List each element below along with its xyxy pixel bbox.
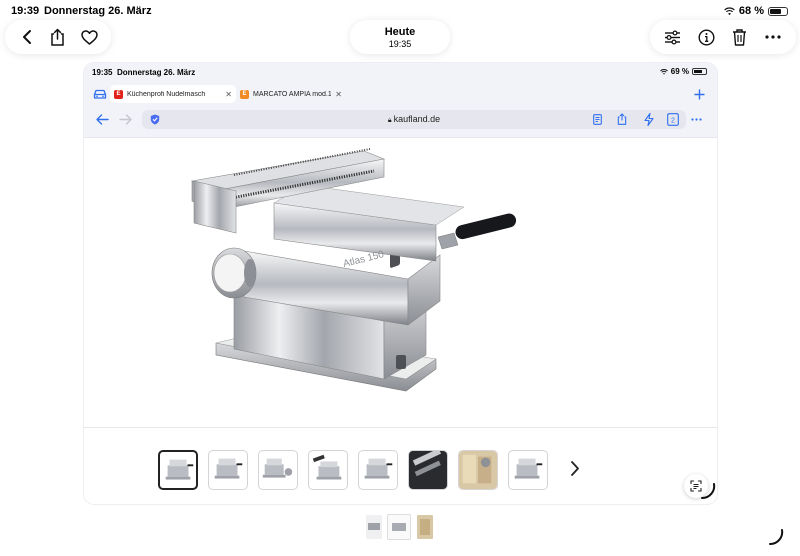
close-tab-icon[interactable]: ✕ bbox=[225, 90, 232, 99]
url-field[interactable]: 🔒︎ kaufland.de bbox=[142, 110, 686, 129]
share-page-icon[interactable] bbox=[617, 113, 627, 125]
reader-icon[interactable] bbox=[593, 114, 602, 125]
status-bar: 19:39 Donnerstag 26. März 68 % bbox=[0, 0, 800, 20]
inner-wifi-icon bbox=[659, 68, 668, 75]
heart-icon bbox=[81, 29, 98, 45]
delete-button[interactable] bbox=[729, 26, 751, 48]
battery-level bbox=[770, 8, 781, 14]
share-icon bbox=[51, 28, 65, 46]
share-button[interactable] bbox=[47, 26, 69, 48]
more-button[interactable] bbox=[762, 26, 784, 48]
film-thumb[interactable] bbox=[417, 515, 433, 539]
gallery-divider bbox=[84, 427, 717, 428]
tab-kaufland[interactable]: E Küchenprofi Nudelmasch ✕ bbox=[110, 85, 236, 103]
info-button[interactable] bbox=[695, 26, 717, 48]
inner-battery-percent: 69 % bbox=[670, 67, 689, 76]
model-label: Atlas 150 bbox=[342, 249, 386, 270]
svg-text:2: 2 bbox=[671, 117, 675, 124]
inner-battery-level bbox=[694, 70, 702, 73]
pasta-machine-image: Atlas 150 bbox=[190, 148, 517, 392]
actions-pill bbox=[650, 20, 796, 54]
status-time: 19:39 bbox=[11, 5, 40, 17]
product-thumbnail[interactable] bbox=[458, 450, 498, 490]
status-right: 68 % bbox=[724, 5, 788, 17]
resize-corner-icon[interactable] bbox=[768, 528, 784, 546]
edit-button[interactable] bbox=[662, 26, 684, 48]
inner-status-time: 19:35 bbox=[92, 68, 113, 77]
new-tab-icon[interactable] bbox=[694, 89, 705, 100]
nav-pill bbox=[5, 20, 111, 54]
tab-marcato[interactable]: E MARCATO AMPIA mod.11 ✕ bbox=[236, 85, 346, 103]
url-display: 🔒︎ kaufland.de bbox=[142, 114, 686, 125]
thumbnail-image bbox=[214, 458, 243, 479]
product-thumbnail[interactable] bbox=[258, 450, 298, 490]
battery-percent: 68 % bbox=[738, 5, 764, 17]
product-thumbnail[interactable] bbox=[158, 450, 198, 490]
thumbnail-image bbox=[459, 451, 497, 489]
status-date: Donnerstag 26. März bbox=[44, 5, 152, 17]
header-subtitle: 19:35 bbox=[388, 38, 412, 49]
thumbnail-image bbox=[364, 458, 393, 479]
tab-label: Küchenprofi Nudelmasch bbox=[127, 90, 206, 98]
product-thumbnail[interactable] bbox=[408, 450, 448, 490]
wifi-icon bbox=[724, 7, 735, 15]
address-bar: 🔒︎ kaufland.de 2 bbox=[84, 107, 717, 133]
close-tab-icon[interactable]: ✕ bbox=[335, 90, 342, 99]
thumbnail-image bbox=[514, 458, 543, 479]
more-icon bbox=[765, 35, 781, 39]
content-divider bbox=[84, 137, 717, 138]
trash-icon bbox=[733, 29, 747, 46]
etsy-favicon-icon: E bbox=[240, 89, 249, 99]
screenshot-image: 19:35 Donnerstag 26. März 69 % E Küchenp… bbox=[84, 63, 717, 504]
back-arrow-icon[interactable] bbox=[96, 114, 109, 125]
header-title: Heute bbox=[384, 25, 416, 38]
battery-icon bbox=[768, 6, 788, 16]
favorite-button[interactable] bbox=[78, 26, 100, 48]
product-thumbnail[interactable] bbox=[508, 450, 548, 490]
film-thumb-current[interactable] bbox=[388, 515, 410, 539]
inner-status-date: Donnerstag 26. März bbox=[117, 68, 196, 77]
tab-overview-icon[interactable] bbox=[93, 88, 107, 100]
product-thumbnail[interactable] bbox=[308, 450, 348, 490]
kaufland-favicon-icon: E bbox=[114, 89, 123, 99]
back-button[interactable] bbox=[16, 26, 38, 48]
film-thumb[interactable] bbox=[366, 515, 382, 539]
url-text: kaufland.de bbox=[393, 114, 441, 124]
thumbnail-image bbox=[262, 458, 293, 478]
resize-corner-icon[interactable] bbox=[700, 482, 716, 500]
date-pill: Heute 19:35 bbox=[350, 20, 450, 54]
product-thumbnail[interactable] bbox=[358, 450, 398, 490]
thumbnail-image bbox=[409, 451, 447, 489]
sliders-icon bbox=[665, 29, 681, 45]
inner-battery-icon bbox=[692, 68, 707, 75]
product-thumbnail[interactable] bbox=[208, 450, 248, 490]
tab-bar: E Küchenprofi Nudelmasch ✕ E MARCATO AMP… bbox=[84, 83, 717, 105]
forward-arrow-icon[interactable] bbox=[119, 114, 132, 125]
thumbnail-image bbox=[312, 454, 342, 480]
inner-status-right: 69 % bbox=[659, 67, 707, 76]
lock-icon: 🔒︎ bbox=[387, 117, 392, 124]
tabs-count-icon[interactable]: 2 bbox=[667, 113, 679, 126]
thumbnail-image bbox=[165, 459, 194, 480]
info-icon bbox=[698, 28, 715, 46]
chevron-right-icon[interactable] bbox=[570, 460, 580, 477]
tab-label: MARCATO AMPIA mod.11 bbox=[253, 90, 332, 98]
browser-more-icon[interactable] bbox=[691, 118, 702, 121]
lightning-icon[interactable] bbox=[644, 113, 654, 126]
chevron-left-icon bbox=[22, 30, 31, 44]
browser-chrome: 19:35 Donnerstag 26. März 69 % E Küchenp… bbox=[84, 63, 717, 137]
